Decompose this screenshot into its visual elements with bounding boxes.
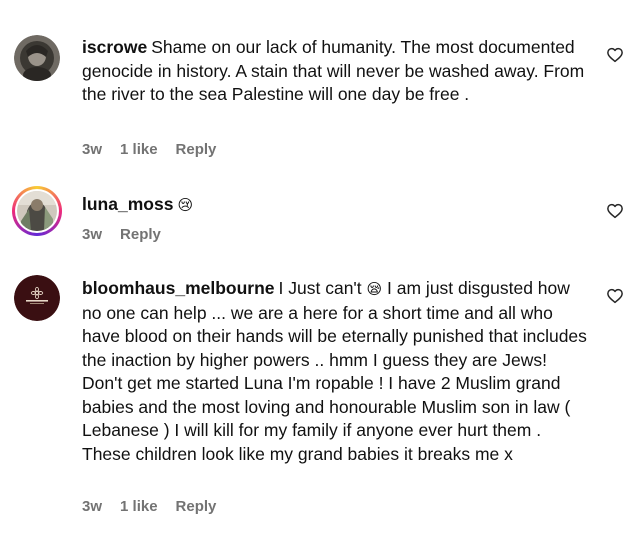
comment-body: 😢 <box>177 196 194 214</box>
comment-username[interactable]: bloomhaus_melbourne <box>82 278 275 298</box>
like-button[interactable] <box>606 202 624 220</box>
cut-off-meta <box>82 0 142 4</box>
heart-outline-icon <box>607 288 623 304</box>
heart-outline-icon <box>607 203 623 219</box>
comment-body: Shame on our lack of humanity. The most … <box>82 37 585 104</box>
reply-button[interactable]: Reply <box>176 141 217 158</box>
comment-age: 3w <box>82 141 103 158</box>
comment-text: luna_moss 😢 <box>82 193 592 218</box>
likes-count[interactable]: 1 like <box>120 141 158 158</box>
comment-age: 3w <box>82 498 103 515</box>
avatar[interactable] <box>12 186 62 236</box>
profile-photo-icon <box>17 191 57 231</box>
like-button[interactable] <box>606 46 624 64</box>
comment-username[interactable]: luna_moss <box>82 194 173 214</box>
comment-body-rest: I am just disgusted how no one can help … <box>82 278 587 464</box>
like-button[interactable] <box>606 287 624 305</box>
comment-meta: 3w 1 like Reply <box>82 141 216 158</box>
comment-username[interactable]: iscrowe <box>82 37 147 57</box>
avatar[interactable] <box>14 35 60 81</box>
comment-body-start: I Just can't <box>278 278 362 298</box>
sleepy-face-emoji: 😪 <box>366 280 383 298</box>
reply-button[interactable]: Reply <box>176 498 217 515</box>
comment-meta: 3w Reply <box>82 226 161 243</box>
likes-count[interactable]: 1 like <box>120 498 158 515</box>
comment-meta: 3w 1 like Reply <box>82 498 216 515</box>
avatar[interactable] <box>14 275 60 321</box>
comment-age: 3w <box>82 226 103 243</box>
comment-text: bloomhaus_melbourne I Just can't 😪 I am j… <box>82 277 592 466</box>
reply-button[interactable]: Reply <box>120 226 161 243</box>
brand-logo-icon <box>14 275 60 321</box>
profile-photo-icon <box>14 35 60 81</box>
comment-text: iscrowe Shame on our lack of humanity. Th… <box>82 36 592 107</box>
heart-outline-icon <box>607 47 623 63</box>
